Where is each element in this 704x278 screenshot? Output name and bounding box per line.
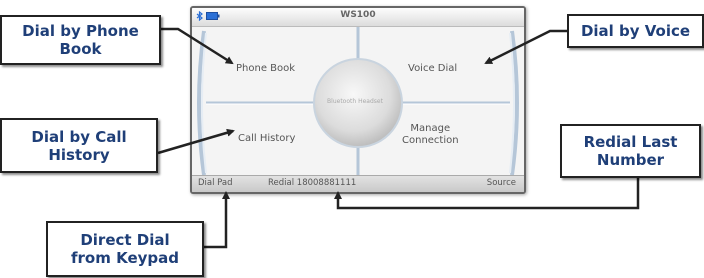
softkey-dial-pad[interactable]: Dial Pad	[198, 178, 233, 188]
menu-call-history[interactable]: Call History	[238, 133, 295, 145]
callout-dial-by-phone-book: Dial by Phone Book	[0, 15, 161, 65]
screen-title: WS100	[340, 10, 376, 20]
softkey-redial[interactable]: Redial 18008881111	[268, 178, 356, 188]
callout-dial-by-call-history: Dial by Call History	[0, 118, 158, 173]
menu-area: Phone Book Voice Dial Call History Manag…	[192, 27, 524, 179]
menu-manage-connection[interactable]: Manage Connection	[402, 123, 459, 147]
menu-voice-dial[interactable]: Voice Dial	[408, 63, 457, 75]
status-bar: WS100	[192, 8, 524, 27]
device-screen: WS100 Phone Book Voice Dial Call History…	[190, 6, 526, 194]
softkey-source[interactable]: Source	[487, 178, 516, 188]
callout-redial-last-number: Redial Last Number	[560, 124, 701, 178]
softkey-bar: Dial Pad Redial 18008881111 Source	[192, 175, 524, 192]
menu-phone-book[interactable]: Phone Book	[236, 63, 295, 75]
callout-dial-by-voice: Dial by Voice	[567, 14, 704, 48]
center-globe-label: Bluetooth Headset	[327, 98, 383, 105]
arrow-dial-pad	[204, 191, 230, 249]
callout-direct-dial-from-keypad: Direct Dial from Keypad	[46, 221, 204, 277]
